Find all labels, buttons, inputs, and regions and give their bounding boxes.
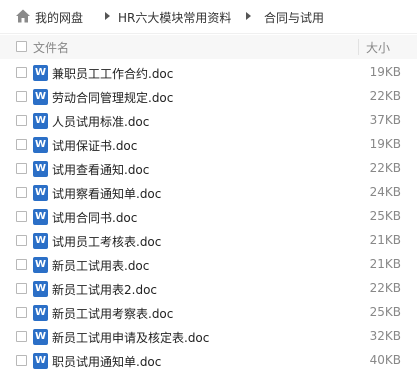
file-row[interactable]: W 新员工试用表.doc 21KB — [0, 253, 417, 277]
file-row[interactable]: W 新员工试用考察表.doc 25KB — [0, 301, 417, 325]
file-name[interactable]: 职员试用通知单.doc — [52, 353, 161, 370]
row-checkbox[interactable] — [16, 283, 27, 294]
row-checkbox[interactable] — [16, 67, 27, 78]
breadcrumb-item-current-folder: 合同与试用 — [264, 11, 325, 25]
file-size: 32KB — [369, 329, 401, 343]
file-size: 19KB — [369, 65, 401, 79]
file-row[interactable]: W 劳动合同管理规定.doc 22KB — [0, 85, 417, 109]
file-name[interactable]: 新员工试用申请及核定表.doc — [52, 329, 209, 346]
file-size: 21KB — [369, 233, 401, 247]
file-size: 21KB — [369, 257, 401, 271]
column-divider — [358, 39, 359, 55]
row-checkbox[interactable] — [16, 307, 27, 318]
file-size: 22KB — [369, 281, 401, 295]
word-doc-icon: W — [33, 257, 48, 273]
file-row[interactable]: W 新员工试用表2.doc 22KB — [0, 277, 417, 301]
file-row[interactable]: W 试用保证书.doc 19KB — [0, 133, 417, 157]
column-header-size[interactable]: 大小 — [366, 39, 390, 56]
file-size: 19KB — [369, 137, 401, 151]
file-name[interactable]: 新员工试用表2.doc — [52, 281, 157, 298]
word-doc-icon: W — [33, 65, 48, 81]
file-size: 25KB — [369, 305, 401, 319]
word-doc-icon: W — [33, 233, 48, 249]
file-name[interactable]: 试用保证书.doc — [52, 137, 137, 154]
word-doc-icon: W — [33, 161, 48, 177]
file-row[interactable]: W 职员试用通知单.doc 40KB — [0, 349, 417, 373]
file-size: 25KB — [369, 209, 401, 223]
file-row[interactable]: W 试用合同书.doc 25KB — [0, 205, 417, 229]
row-checkbox[interactable] — [16, 331, 27, 342]
row-checkbox[interactable] — [16, 211, 27, 222]
word-doc-icon: W — [33, 113, 48, 129]
file-name[interactable]: 兼职员工工作合约.doc — [52, 65, 173, 82]
word-doc-icon: W — [33, 137, 48, 153]
file-size: 22KB — [369, 161, 401, 175]
file-size: 37KB — [369, 113, 401, 127]
home-icon[interactable] — [15, 8, 31, 24]
column-header-name[interactable]: 文件名 — [33, 39, 69, 56]
file-name[interactable]: 人员试用标准.doc — [52, 113, 149, 130]
breadcrumb-separator-icon — [105, 12, 110, 20]
row-checkbox[interactable] — [16, 139, 27, 150]
breadcrumb-item-my-drive[interactable]: 我的网盘 — [35, 9, 83, 26]
word-doc-icon: W — [33, 89, 48, 105]
row-checkbox[interactable] — [16, 187, 27, 198]
word-doc-icon: W — [33, 329, 48, 345]
breadcrumb-separator-icon — [246, 12, 251, 20]
file-name[interactable]: 试用员工考核表.doc — [52, 233, 161, 250]
file-row[interactable]: W 试用察看通知单.doc 24KB — [0, 181, 417, 205]
file-name[interactable]: 新员工试用考察表.doc — [52, 305, 173, 322]
file-name[interactable]: 劳动合同管理规定.doc — [52, 89, 173, 106]
row-checkbox[interactable] — [16, 235, 27, 246]
word-doc-icon: W — [33, 353, 48, 369]
word-doc-icon: W — [33, 281, 48, 297]
row-checkbox[interactable] — [16, 259, 27, 270]
file-row[interactable]: W 人员试用标准.doc 37KB — [0, 109, 417, 133]
row-checkbox[interactable] — [16, 355, 27, 366]
file-list-header: 文件名 大小 — [0, 35, 417, 59]
row-checkbox[interactable] — [16, 163, 27, 174]
select-all-checkbox[interactable] — [16, 41, 27, 52]
word-doc-icon: W — [33, 209, 48, 225]
file-name[interactable]: 新员工试用表.doc — [52, 257, 149, 274]
row-checkbox[interactable] — [16, 91, 27, 102]
file-size: 24KB — [369, 185, 401, 199]
file-name[interactable]: 试用察看通知单.doc — [52, 185, 161, 202]
file-row[interactable]: W 试用员工考核表.doc 21KB — [0, 229, 417, 253]
file-name[interactable]: 试用查看通知.doc — [52, 161, 149, 178]
file-row[interactable]: W 新员工试用申请及核定表.doc 32KB — [0, 325, 417, 349]
file-size: 22KB — [369, 89, 401, 103]
breadcrumb-item-hr-folder[interactable]: HR六大模块常用资料 — [118, 9, 231, 26]
breadcrumb: 我的网盘 HR六大模块常用资料 合同与试用 — [0, 0, 417, 34]
word-doc-icon: W — [33, 305, 48, 321]
file-size: 40KB — [369, 353, 401, 367]
row-checkbox[interactable] — [16, 115, 27, 126]
file-row[interactable]: W 兼职员工工作合约.doc 19KB — [0, 61, 417, 85]
file-name[interactable]: 试用合同书.doc — [52, 209, 137, 226]
file-row[interactable]: W 试用查看通知.doc 22KB — [0, 157, 417, 181]
word-doc-icon: W — [33, 185, 48, 201]
